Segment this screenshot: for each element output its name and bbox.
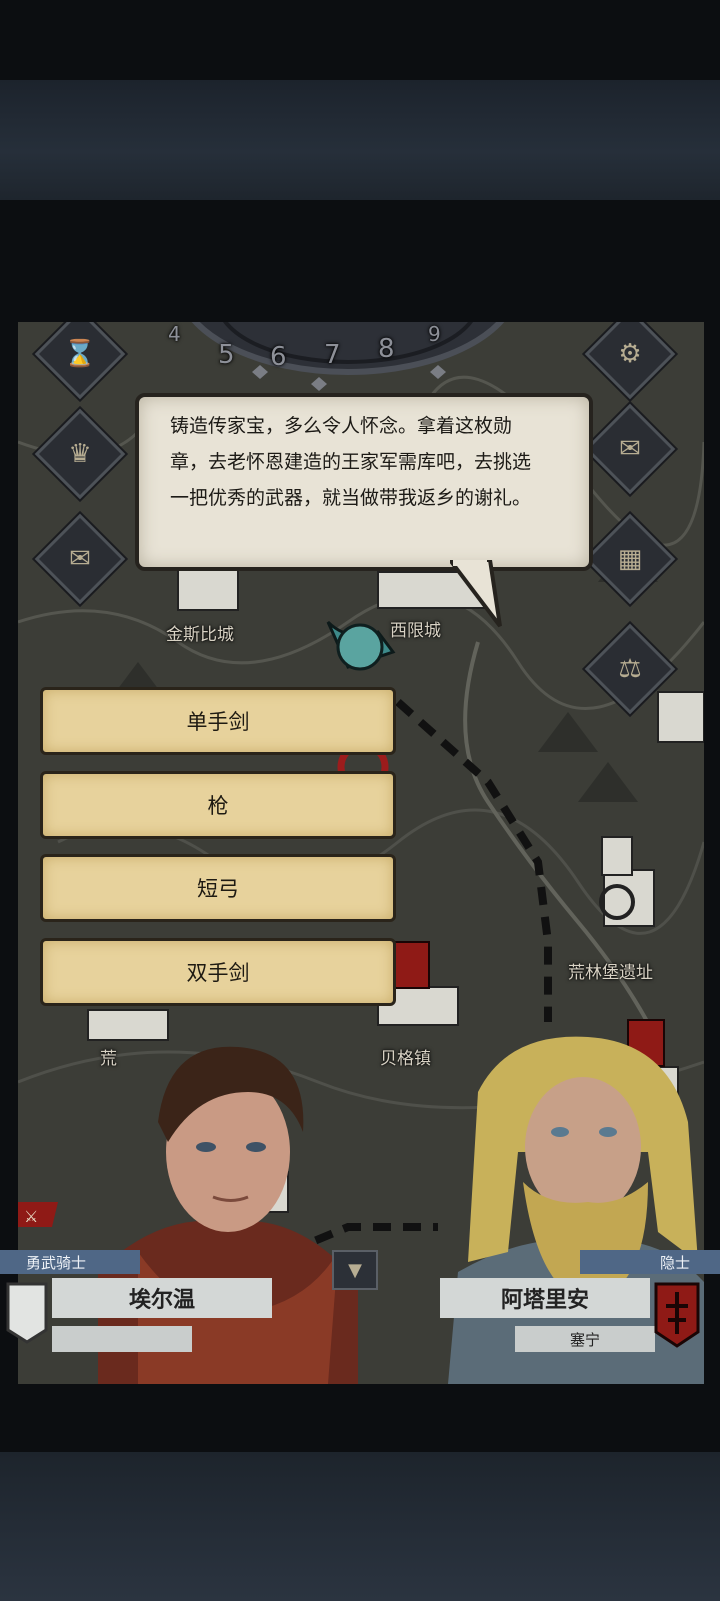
npc-title-bar: 隐士 [580, 1250, 720, 1274]
town-label-wasteland-ruins[interactable]: 荒林堡遗址 [568, 958, 653, 983]
town-label-kingsby[interactable]: 金斯比城 [166, 620, 234, 645]
town-label-xixian[interactable]: 西限城 [390, 616, 441, 641]
top-band [0, 80, 720, 200]
choice-label: 单手剑 [186, 710, 250, 734]
npc-title: 隐士 [659, 1253, 690, 1272]
choice-short-bow[interactable]: 短弓 [40, 854, 396, 922]
player-shield-icon [6, 1282, 48, 1344]
npc-faction-bar: 塞宁 [515, 1326, 655, 1352]
player-name-bar: 埃尔温 [52, 1278, 272, 1318]
choice-label: 短弓 [197, 877, 239, 901]
dial-number-7: 7 [324, 340, 341, 370]
choice-label: 双手剑 [186, 961, 250, 985]
svg-text:⚔: ⚔ [24, 1207, 38, 1226]
choice-one-handed-sword[interactable]: 单手剑 [40, 687, 396, 755]
town-label-beige[interactable]: 贝格镇 [380, 1044, 431, 1069]
choice-two-handed-sword[interactable]: 双手剑 [40, 938, 396, 1006]
dial-number-5: 5 [218, 340, 235, 370]
player-name: 埃尔温 [128, 1288, 195, 1313]
npc-name: 阿塔里安 [500, 1288, 589, 1313]
dial-number-8: 8 [378, 334, 395, 364]
choice-label: 枪 [207, 794, 229, 818]
npc-name-bar: 阿塔里安 [440, 1278, 650, 1318]
dialogue-text: 铸造传家宝，多么令人怀念。拿着这枚勋章，去老怀恩建造的王家军需库吧，去挑选一把优… [170, 415, 532, 509]
npc-crest-icon [654, 1282, 700, 1348]
player-title-bar: 勇武骑士 [0, 1250, 140, 1274]
player-title: 勇武骑士 [26, 1253, 87, 1272]
collapse-icon[interactable]: ▼ [332, 1250, 378, 1290]
dial-number-6: 6 [270, 342, 287, 372]
dial-number-9: 9 [428, 322, 441, 346]
npc-faction: 塞宁 [569, 1330, 600, 1349]
choice-spear[interactable]: 枪 [40, 771, 396, 839]
player-sub-bar [52, 1326, 192, 1352]
dial-number-4: 4 [168, 322, 181, 346]
dialogue-tail [450, 560, 502, 628]
bottom-band [0, 1452, 720, 1601]
